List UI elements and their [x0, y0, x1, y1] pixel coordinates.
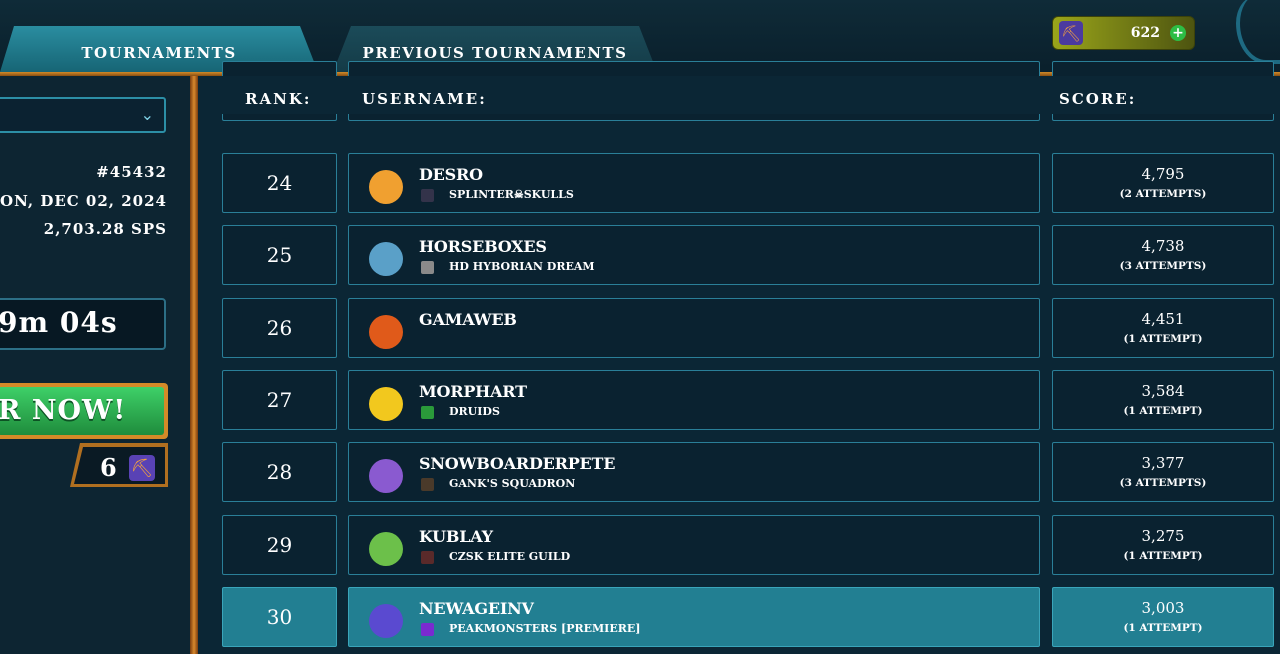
- score-cell: 3,003 (1 ATTEMPT): [1052, 587, 1274, 647]
- username-cell[interactable]: SNOWBOARDERPETE GANK'S SQUADRON: [348, 442, 1040, 502]
- rank-cell: 24: [222, 153, 337, 213]
- avatar-icon: [369, 532, 403, 566]
- table-row[interactable]: 30 NEWAGEINV PEAKMONSTERS [PREMIERE] 3,003 (…: [0, 587, 1280, 649]
- rank-cell: 28: [222, 442, 337, 502]
- guild-name[interactable]: GANK'S SQUADRON: [449, 477, 575, 490]
- avatar-icon: [369, 242, 403, 276]
- username[interactable]: DESRO: [419, 165, 483, 184]
- username[interactable]: NEWAGEINV: [419, 599, 534, 618]
- currency-amount: 622: [1130, 25, 1160, 41]
- avatar-icon: [369, 459, 403, 493]
- username[interactable]: GAMAWEB: [419, 310, 517, 329]
- guild-icon: [421, 406, 434, 419]
- guild-icon: [421, 261, 434, 274]
- pickaxe-icon: ⛏: [1059, 21, 1083, 45]
- rank-cell: 29: [222, 515, 337, 575]
- score-value: 3,584: [1141, 382, 1185, 400]
- avatar-icon: [369, 170, 403, 204]
- guild-icon: [421, 551, 434, 564]
- attempts: (1 ATTEMPT): [1123, 333, 1203, 345]
- attempts: (2 ATTEMPTS): [1119, 188, 1207, 200]
- rank-value: 29: [266, 533, 293, 557]
- guild-icon: [421, 478, 434, 491]
- username-cell[interactable]: HORSEBOXES HD HYBORIAN DREAM: [348, 225, 1040, 285]
- tab-tournaments-label: TOURNAMENTS: [81, 44, 237, 62]
- rank-cell: 30: [222, 587, 337, 647]
- username[interactable]: MORPHART: [419, 382, 527, 401]
- plus-icon[interactable]: +: [1170, 25, 1186, 41]
- guild-name[interactable]: SPLINTER☠SKULLS: [449, 188, 574, 201]
- currency-balance[interactable]: ⛏ 622 +: [1052, 16, 1195, 50]
- score-value: 3,275: [1141, 527, 1185, 545]
- guild-icon: [421, 623, 434, 636]
- score-value: 4,795: [1141, 165, 1185, 183]
- table-row[interactable]: 28 SNOWBOARDERPETE GANK'S SQUADRON 3,377 (3 …: [0, 442, 1280, 504]
- guild-name[interactable]: CZSK ELITE GUILD: [449, 550, 570, 563]
- header-rank: RANK:: [245, 90, 312, 108]
- table-row[interactable]: 26 GAMAWEB 4,451 (1 ATTEMPT): [0, 298, 1280, 360]
- username-cell[interactable]: NEWAGEINV PEAKMONSTERS [PREMIERE]: [348, 587, 1040, 647]
- corner-ornament: [1236, 0, 1280, 64]
- header-username: USERNAME:: [362, 90, 487, 108]
- attempts: (3 ATTEMPTS): [1119, 260, 1207, 272]
- table-row[interactable]: 25 HORSEBOXES HD HYBORIAN DREAM 4,738 (3 ATT…: [0, 225, 1280, 287]
- username[interactable]: SNOWBOARDERPETE: [419, 454, 615, 473]
- table-row[interactable]: 27 MORPHART DRUIDS 3,584 (1 ATTEMPT): [0, 370, 1280, 432]
- header-score: SCORE:: [1059, 90, 1137, 108]
- score-cell: 3,377 (3 ATTEMPTS): [1052, 442, 1274, 502]
- username-cell[interactable]: MORPHART DRUIDS: [348, 370, 1040, 430]
- score-value: 3,377: [1141, 454, 1185, 472]
- score-cell: 4,795 (2 ATTEMPTS): [1052, 153, 1274, 213]
- rank-value: 27: [266, 388, 293, 412]
- rank-value: 25: [266, 243, 293, 267]
- username[interactable]: HORSEBOXES: [419, 237, 547, 256]
- table-row[interactable]: 29 KUBLAY CZSK ELITE GUILD 3,275 (1 ATTEMPT): [0, 515, 1280, 577]
- guild-name[interactable]: HD HYBORIAN DREAM: [449, 260, 595, 273]
- guild-name[interactable]: DRUIDS: [449, 405, 500, 418]
- avatar-icon: [369, 387, 403, 421]
- rank-value: 28: [266, 460, 293, 484]
- username-cell[interactable]: KUBLAY CZSK ELITE GUILD: [348, 515, 1040, 575]
- rank-cell: 25: [222, 225, 337, 285]
- username-cell[interactable]: GAMAWEB: [348, 298, 1040, 358]
- rank-cell: 26: [222, 298, 337, 358]
- score-cell: 4,451 (1 ATTEMPT): [1052, 298, 1274, 358]
- score-value: 3,003: [1141, 599, 1185, 617]
- tab-previous-tournaments-label: PREVIOUS TOURNAMENTS: [362, 44, 628, 62]
- table-row[interactable]: 24 DESRO SPLINTER☠SKULLS 4,795 (2 ATTEMPTS): [0, 153, 1280, 215]
- score-cell: 4,738 (3 ATTEMPTS): [1052, 225, 1274, 285]
- username[interactable]: KUBLAY: [419, 527, 493, 546]
- attempts: (1 ATTEMPT): [1123, 405, 1203, 417]
- rank-cell: 27: [222, 370, 337, 430]
- avatar-icon: [369, 604, 403, 638]
- score-cell: 3,584 (1 ATTEMPT): [1052, 370, 1274, 430]
- score-value: 4,738: [1141, 237, 1185, 255]
- rank-value: 24: [266, 171, 293, 195]
- username-cell[interactable]: DESRO SPLINTER☠SKULLS: [348, 153, 1040, 213]
- attempts: (1 ATTEMPT): [1123, 622, 1203, 634]
- attempts: (3 ATTEMPTS): [1119, 477, 1207, 489]
- rank-value: 30: [266, 605, 293, 629]
- avatar-icon: [369, 315, 403, 349]
- attempts: (1 ATTEMPT): [1123, 550, 1203, 562]
- rank-value: 26: [266, 316, 293, 340]
- guild-icon: [421, 189, 434, 202]
- score-value: 4,451: [1141, 310, 1185, 328]
- score-cell: 3,275 (1 ATTEMPT): [1052, 515, 1274, 575]
- guild-name[interactable]: PEAKMONSTERS [PREMIERE]: [449, 622, 640, 635]
